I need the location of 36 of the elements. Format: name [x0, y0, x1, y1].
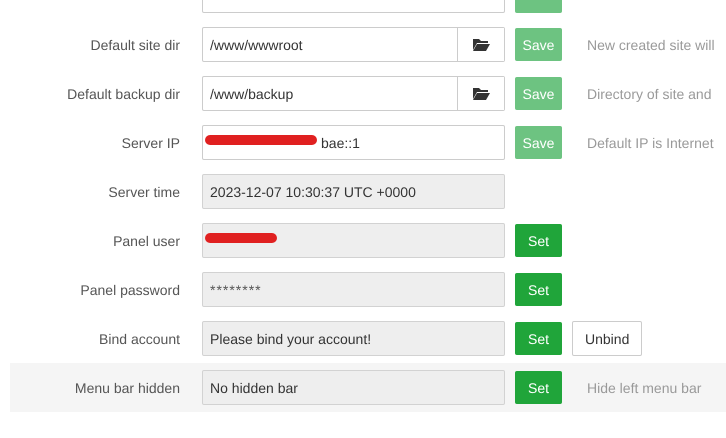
hint-text: Directory of site and: [587, 86, 712, 102]
text-field[interactable]: /www/backup: [202, 76, 505, 111]
folder-icon: [472, 38, 490, 51]
field-label: Default site dir: [90, 36, 181, 52]
text-field[interactable]: No hidden bar: [202, 370, 505, 405]
text-field[interactable]: /www/wwwroot: [202, 27, 505, 62]
field-label: Bind account: [98, 330, 181, 346]
text-field[interactable]: 2023-12-07 10:30:37 UTC +0000: [202, 174, 505, 209]
text-field[interactable]: [202, 223, 505, 258]
folder-icon: [472, 87, 490, 100]
field-value: /www/wwwroot: [209, 36, 304, 52]
set-button[interactable]: Set: [515, 371, 562, 404]
field-value: 2023-12-07 10:30:37 UTC +0000: [209, 184, 417, 200]
field-value: /www/backup: [209, 86, 294, 102]
set-button[interactable]: Set: [515, 322, 562, 355]
field-label: Server IP: [120, 134, 181, 150]
field-label: Menu bar hidden: [74, 380, 181, 396]
set-button[interactable]: Set: [515, 224, 562, 257]
hint-text: New created site will: [587, 36, 715, 52]
field-label: Default backup dir: [66, 86, 181, 102]
field-label: Server time: [107, 184, 181, 200]
field-value: Please bind your account!: [209, 330, 372, 346]
field-value: No hidden bar: [209, 380, 299, 396]
hint-text: Hide left menu bar: [587, 380, 702, 396]
field-value: ********: [209, 282, 263, 298]
unbind-button[interactable]: Unbind: [572, 321, 642, 356]
hint-text: Default IP is Internet: [587, 134, 714, 150]
field-label: Panel password: [79, 282, 181, 298]
field-label: Panel user: [112, 232, 181, 248]
folder-button[interactable]: [457, 77, 504, 110]
folder-button[interactable]: [457, 28, 504, 61]
text-field[interactable]: Please bind your account!: [202, 321, 505, 356]
text-field[interactable]: ********: [202, 272, 505, 307]
text-field[interactable]: bae::1: [202, 125, 505, 160]
field-value: bae::1: [321, 134, 360, 150]
set-button[interactable]: Set: [515, 273, 562, 306]
